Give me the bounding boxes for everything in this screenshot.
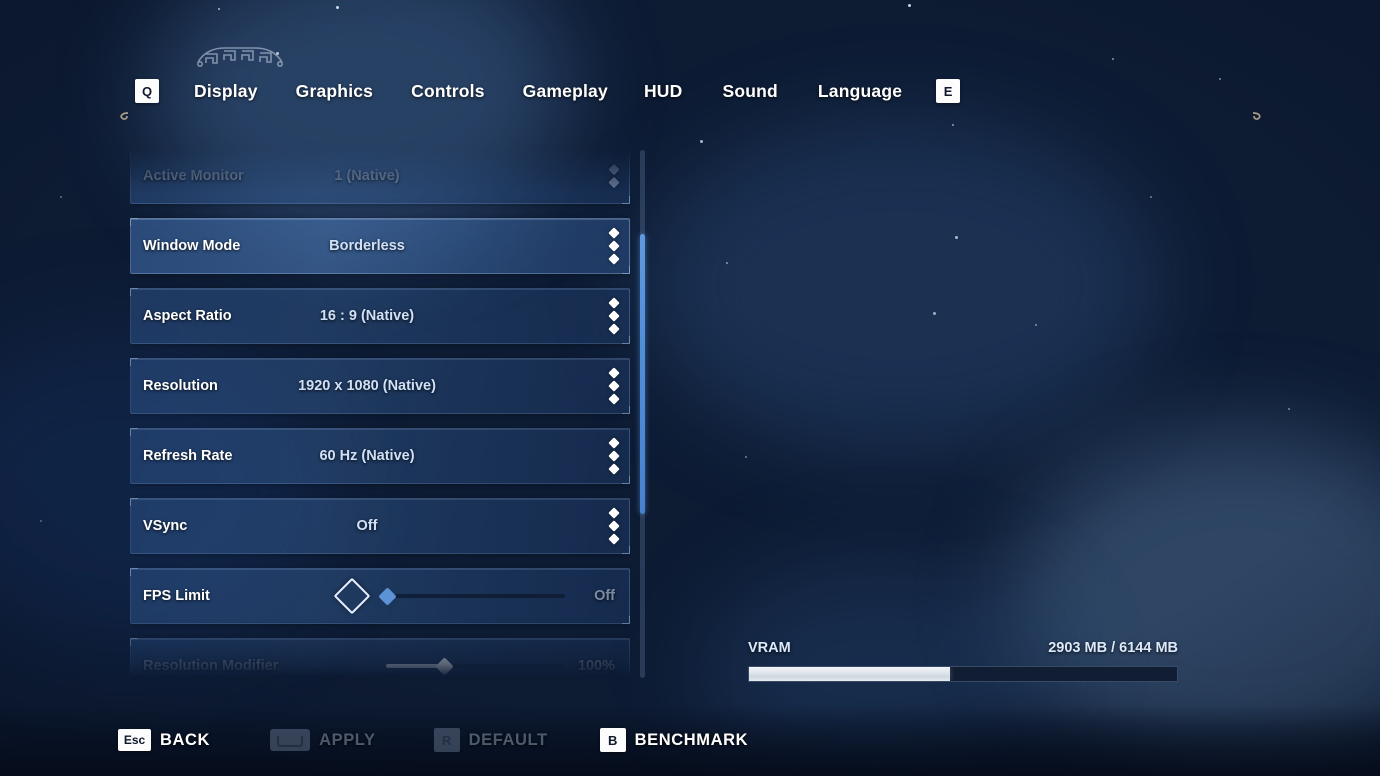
diamond-arrow-icon[interactable] (608, 163, 620, 176)
tab-graphics[interactable]: Graphics (296, 81, 373, 102)
tab-hud[interactable]: HUD (644, 81, 683, 102)
vram-value: 2903 MB / 6144 MB (1048, 640, 1178, 656)
slider-track[interactable] (377, 586, 565, 606)
vram-bar-track (748, 666, 1178, 682)
slider-track[interactable] (386, 656, 564, 676)
diamond-arrow-icon[interactable] (608, 240, 620, 252)
default-label: DEFAULT (468, 730, 548, 749)
vram-header: VRAM 2903 MB / 6144 MB (748, 640, 1178, 656)
apply-label: APPLY (319, 730, 376, 749)
setting-row[interactable]: Aspect Ratio 16 : 9 (Native) (130, 288, 630, 344)
diamond-arrow-icon[interactable] (608, 507, 620, 519)
tab-sound[interactable]: Sound (722, 81, 777, 102)
settings-list: Active Monitor 1 (Native) Window Mode Borde… (130, 148, 630, 678)
setting-row[interactable]: Resolution 1920 x 1080 (Native) (130, 358, 630, 414)
back-action[interactable]: Esc BACK (118, 729, 210, 751)
diamond-arrow-icon[interactable] (608, 520, 620, 532)
tab-divider (118, 104, 1263, 124)
diamond-arrow-icon[interactable] (608, 323, 620, 335)
esc-key-icon: Esc (118, 729, 151, 751)
greek-meander-ornament (196, 47, 284, 67)
back-label: BACK (160, 730, 211, 749)
setting-row[interactable]: VSync Off (130, 498, 630, 554)
setting-value: 1 (Native) (334, 168, 400, 184)
slider-value: Off (594, 588, 615, 604)
setting-value: 1920 x 1080 (Native) (298, 378, 436, 394)
stepper-arrows[interactable] (608, 367, 620, 405)
benchmark-action[interactable]: B BENCHMARK (599, 728, 749, 752)
diamond-arrow-icon[interactable] (608, 297, 620, 309)
diamond-arrow-icon[interactable] (608, 463, 620, 475)
tab-gameplay[interactable]: Gameplay (523, 81, 608, 102)
stepper-arrows[interactable] (608, 227, 620, 265)
stepper-arrows[interactable] (608, 297, 620, 335)
diamond-arrow-icon[interactable] (608, 310, 620, 322)
diamond-arrow-icon[interactable] (608, 253, 620, 265)
slider-area[interactable]: 100% (131, 656, 629, 676)
diamond-arrow-icon[interactable] (608, 533, 620, 545)
default-action[interactable]: R DEFAULT (433, 728, 548, 752)
vram-meter: VRAM 2903 MB / 6144 MB (748, 640, 1178, 682)
next-tab-key[interactable]: E (936, 79, 961, 103)
diamond-arrow-icon[interactable] (608, 393, 620, 405)
settings-list-viewport: Active Monitor 1 (Native) Window Mode Borde… (130, 148, 630, 678)
stepper-arrows[interactable] (608, 163, 620, 189)
slider-toggle-diamond-icon[interactable] (333, 577, 371, 615)
diamond-arrow-icon[interactable] (608, 380, 620, 392)
setting-value: 60 Hz (Native) (319, 448, 415, 464)
slider-knob[interactable] (377, 586, 397, 606)
vram-label: VRAM (748, 640, 791, 656)
stepper-arrows[interactable] (608, 507, 620, 545)
setting-value: Off (356, 518, 378, 534)
setting-value: Borderless (329, 238, 405, 254)
r-key-icon: R (433, 728, 460, 752)
diamond-arrow-icon[interactable] (608, 367, 620, 379)
tab-language[interactable]: Language (818, 81, 902, 102)
bottom-action-bar: Esc BACK APPLY R DEFAULT B BENCHMARK (0, 704, 1380, 776)
apply-action[interactable]: APPLY (270, 729, 376, 751)
slider-value: 100% (577, 658, 615, 674)
diamond-arrow-icon[interactable] (608, 450, 620, 462)
settings-tab-bar: Q Display Graphics Controls Gameplay HUD… (0, 0, 1380, 132)
slider-knob[interactable] (435, 656, 454, 676)
vram-bar-fill (749, 667, 951, 681)
setting-row[interactable]: Refresh Rate 60 Hz (Native) (130, 428, 630, 484)
setting-row[interactable]: Active Monitor 1 (Native) (130, 148, 630, 204)
diamond-arrow-icon[interactable] (608, 176, 620, 189)
tab-display[interactable]: Display (194, 81, 258, 102)
spacebar-key-icon (270, 729, 311, 751)
tab-controls[interactable]: Controls (411, 81, 485, 102)
diamond-arrow-icon[interactable] (608, 437, 620, 449)
slider-area[interactable]: Off (131, 577, 629, 615)
setting-row[interactable]: FPS Limit Off (130, 568, 630, 624)
settings-scrollbar-thumb[interactable] (640, 234, 645, 515)
b-key-icon: B (599, 728, 626, 752)
prev-tab-key[interactable]: Q (135, 79, 159, 103)
setting-value: 16 : 9 (Native) (319, 308, 415, 324)
setting-row[interactable]: Resolution Modifier 100% (130, 638, 630, 678)
tab-list: Q Display Graphics Controls Gameplay HUD… (0, 74, 1380, 108)
stepper-arrows[interactable] (608, 437, 620, 475)
diamond-arrow-icon[interactable] (608, 227, 620, 239)
benchmark-label: BENCHMARK (634, 730, 749, 749)
settings-scrollbar-track[interactable] (640, 150, 645, 678)
setting-row[interactable]: Window Mode Borderless (130, 218, 630, 274)
